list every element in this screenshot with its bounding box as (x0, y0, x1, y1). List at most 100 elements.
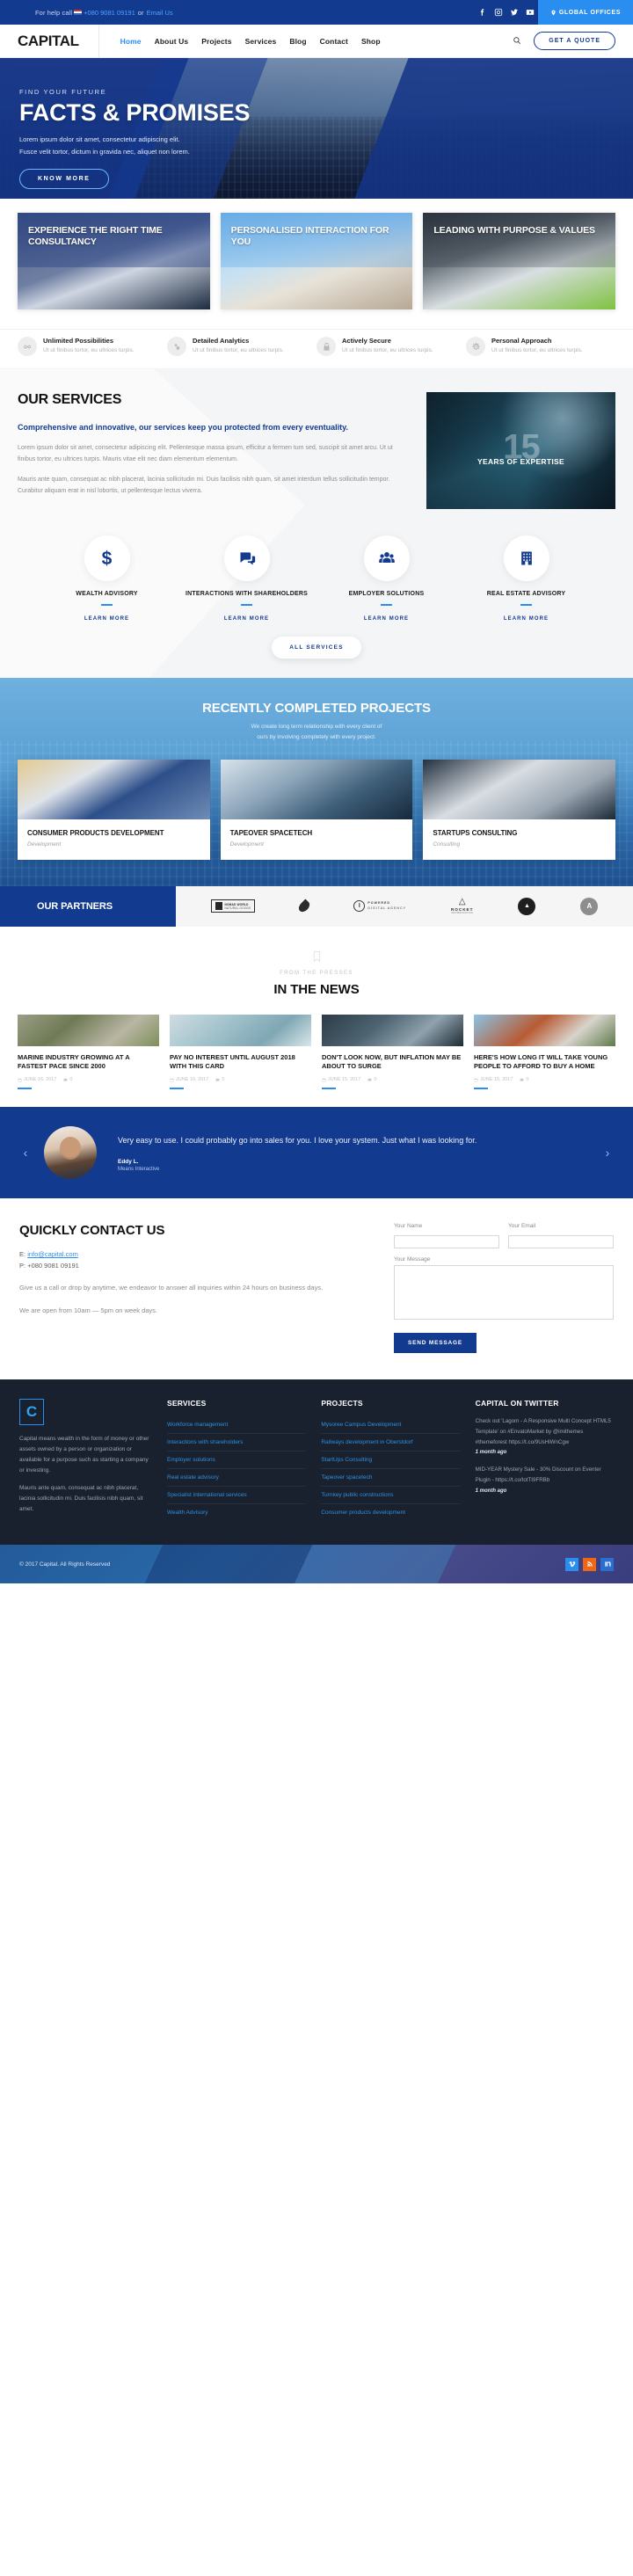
rocket-logo[interactable]: △ ROCKET CROWDFUNDING (451, 898, 473, 915)
service-item-wealth-advisory[interactable]: $ WEALTH ADVISORY LEARN MORE (37, 535, 177, 624)
nav-item-shop[interactable]: Shop (361, 37, 381, 46)
badge-gray-logo[interactable]: A (580, 897, 599, 915)
footer-service-link[interactable]: Employer solutions (167, 1452, 305, 1468)
know-more-button[interactable]: KNOW MORE (19, 168, 109, 189)
news-card-title: HERE'S HOW LONG IT WILL TAKE YOUNG PEOPL… (474, 1052, 608, 1070)
news-card[interactable]: PAY NO INTEREST UNTIL AUGUST 2018 WITH T… (170, 1014, 311, 1090)
feature-card[interactable]: LEADING WITH PURPOSE & VALUES (423, 213, 616, 309)
feature-item-desc: Ut ut finibus tortor, eu ultrices turpis… (342, 347, 433, 353)
email-input[interactable] (508, 1235, 614, 1249)
service-learn-more-link[interactable]: LEARN MORE (84, 616, 129, 622)
search-icon[interactable] (513, 33, 521, 49)
main-navigation: CAPITAL Home About Us Projects Services … (0, 24, 633, 58)
global-offices-button[interactable]: GLOBAL OFFICES (537, 0, 633, 25)
partners-section: OUR PARTNERS NOMAD WORLD NATURAL GOODS P… (0, 885, 633, 927)
hero-description-line-1: Lorem ipsum dolor sit amet, consectetur … (19, 135, 180, 143)
nav-item-projects[interactable]: Projects (201, 37, 231, 46)
news-comments: 0 (520, 1077, 528, 1082)
feature-item: Detailed Analytics Ut ut finibus tortor,… (167, 337, 316, 356)
nav-item-services[interactable]: Services (245, 37, 277, 46)
facebook-icon[interactable] (475, 0, 491, 25)
service-underline (381, 604, 392, 607)
instagram-icon[interactable] (491, 0, 506, 25)
feature-card[interactable]: EXPERIENCE THE RIGHT TIME CONSULTANCY (18, 213, 210, 309)
calendar-icon (18, 1077, 22, 1081)
powered-digital-agency-logo[interactable]: POWERED DIGITAL AGENCY (353, 900, 406, 913)
news-date: JUNE 16, 2017 (170, 1077, 208, 1082)
linkedin-icon[interactable] (600, 1557, 614, 1571)
building-icon (503, 535, 549, 581)
footer-project-link[interactable]: StartUps Consulting (321, 1452, 459, 1468)
hero-description: Lorem ipsum dolor sit amet, consectetur … (19, 134, 633, 158)
footer-about-paragraph-2: Mauris ante quam, consequat ac nibh plac… (19, 1485, 143, 1513)
site-logo[interactable]: CAPITAL (18, 24, 99, 58)
drop-logo[interactable] (296, 899, 312, 914)
contact-info-column: QUICKLY CONTACT US E: info@capital.com P… (19, 1223, 371, 1353)
news-comments: 0 (367, 1077, 376, 1082)
news-card[interactable]: DON'T LOOK NOW, BUT INFLATION MAY BE ABO… (322, 1014, 463, 1090)
feature-card[interactable]: PERSONALISED INTERACTION FOR YOU (220, 213, 413, 309)
nomad-world-tagline: NATURAL GOODS (224, 906, 251, 910)
project-card[interactable]: TAPEOVER SPACETECH Development (220, 759, 413, 860)
news-card[interactable]: HERE'S HOW LONG IT WILL TAKE YOUNG PEOPL… (474, 1014, 615, 1090)
testimonial-prev-button[interactable]: ‹ (19, 1146, 32, 1160)
project-card-title: CONSUMER PRODUCTS DEVELOPMENT (27, 828, 164, 837)
contact-email-line: E: info@capital.com (19, 1248, 371, 1260)
get-a-quote-button[interactable]: GET A QUOTE (534, 32, 615, 50)
news-grid: MARINE INDUSTRY GROWING AT A FASTEST PAC… (18, 1014, 615, 1090)
footer-project-link[interactable]: Tapeover spacetech (321, 1469, 459, 1486)
message-textarea[interactable] (394, 1265, 614, 1321)
youtube-icon[interactable] (522, 0, 538, 25)
nav-item-contact[interactable]: Contact (320, 37, 348, 46)
footer-project-link[interactable]: Mysoree Campus Development (321, 1416, 459, 1433)
footer-service-link[interactable]: Wealth Advisory (167, 1504, 305, 1521)
nav-links: Home About Us Projects Services Blog Con… (120, 37, 381, 46)
nav-item-about-us[interactable]: About Us (155, 37, 189, 46)
service-item-real-estate-advisory[interactable]: REAL ESTATE ADVISORY LEARN MORE (456, 535, 596, 624)
message-field-label: Your Message (394, 1256, 431, 1263)
news-underline (18, 1088, 32, 1090)
testimonial-next-button[interactable]: › (601, 1146, 614, 1160)
comment-icon (367, 1078, 372, 1081)
service-label: INTERACTIONS WITH SHAREHOLDERS (186, 591, 308, 597)
service-label: REAL ESTATE ADVISORY (486, 591, 566, 597)
contact-paragraph-2: We are open from 10am — 5pm on week days… (19, 1306, 158, 1315)
project-card[interactable]: CONSUMER PRODUCTS DEVELOPMENT Developmen… (18, 759, 210, 860)
nav-item-blog[interactable]: Blog (289, 37, 306, 46)
footer-project-link[interactable]: Consumer products development (321, 1504, 459, 1521)
service-item-employer-solutions[interactable]: EMPLOYER SOLUTIONS LEARN MORE (316, 535, 456, 624)
name-input[interactable] (394, 1235, 499, 1249)
feature-card-title: LEADING WITH PURPOSE & VALUES (433, 225, 595, 236)
footer-service-link[interactable]: Real estate advisory (167, 1469, 305, 1486)
footer-service-link[interactable]: Specialist international services (167, 1487, 305, 1503)
tweet-time: 1 month ago (475, 1488, 507, 1494)
badge-dark-logo[interactable]: ▲ (518, 897, 536, 915)
vimeo-icon[interactable] (565, 1557, 578, 1571)
email-link[interactable]: Email Us (147, 9, 173, 17)
nomad-world-logo[interactable]: NOMAD WORLD NATURAL GOODS (210, 899, 256, 913)
hero-banner: FIND YOUR FUTURE FACTS & PROMISES Lorem … (0, 58, 633, 199)
service-learn-more-link[interactable]: LEARN MORE (224, 616, 269, 622)
rss-icon[interactable] (583, 1557, 596, 1571)
all-services-button[interactable]: ALL SERVICES (272, 637, 361, 659)
service-learn-more-link[interactable]: LEARN MORE (364, 616, 409, 622)
news-card-meta: JUNE 15, 2017 0 (322, 1077, 463, 1082)
contact-email-link[interactable]: info@capital.com (27, 1250, 78, 1258)
send-message-button[interactable]: SEND MESSAGE (394, 1333, 477, 1354)
nav-item-home[interactable]: Home (120, 37, 142, 46)
footer-service-link[interactable]: Interactions with shareholders (167, 1434, 305, 1451)
twitter-icon[interactable] (506, 0, 522, 25)
footer-service-link[interactable]: Workforce management (167, 1416, 305, 1433)
footer-project-link[interactable]: Railways development in Oberstdorf (321, 1434, 459, 1451)
list-item: Workforce management (167, 1416, 306, 1435)
comment-icon (215, 1078, 220, 1081)
phone-link[interactable]: +080 9081 09191 (84, 9, 135, 17)
feature-card-title: EXPERIENCE THE RIGHT TIME CONSULTANCY (28, 225, 163, 247)
service-item-interactions-with-shareholders[interactable]: INTERACTIONS WITH SHAREHOLDERS LEARN MOR… (177, 535, 316, 624)
project-card[interactable]: STARTUPS CONSULTING Consulting (423, 759, 616, 860)
footer-project-link[interactable]: Turnkey public constructions (321, 1487, 459, 1503)
service-learn-more-link[interactable]: LEARN MORE (504, 616, 549, 622)
news-card[interactable]: MARINE INDUSTRY GROWING AT A FASTEST PAC… (18, 1014, 159, 1090)
testimonial-author-role: Means Interactive (118, 1166, 160, 1172)
footer-logo[interactable]: C (19, 1399, 44, 1426)
